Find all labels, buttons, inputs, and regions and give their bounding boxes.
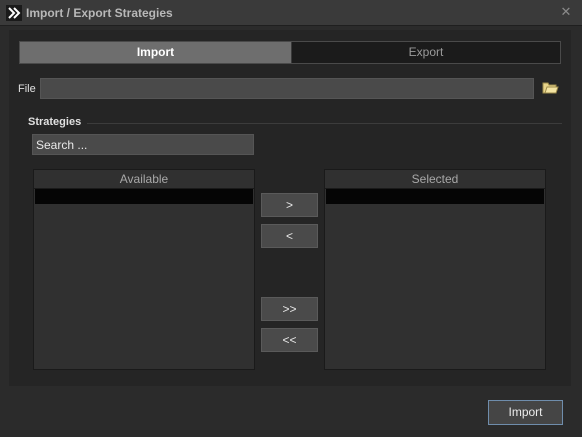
list-item[interactable] bbox=[35, 189, 253, 204]
close-button[interactable]: ✕ bbox=[558, 4, 574, 20]
title-bar: Import / Export Strategies ✕ bbox=[0, 0, 582, 26]
available-strategies-list[interactable]: Available bbox=[33, 169, 255, 370]
double-chevron-right-icon bbox=[6, 5, 22, 21]
tab-import[interactable]: Import bbox=[20, 42, 291, 63]
file-path-input[interactable] bbox=[40, 78, 534, 99]
group-divider bbox=[87, 123, 562, 124]
list-item[interactable] bbox=[326, 189, 544, 204]
strategies-group-title: Strategies bbox=[28, 116, 82, 128]
available-list-header: Available bbox=[34, 170, 254, 189]
tab-export[interactable]: Export bbox=[291, 42, 560, 63]
remove-selected-button[interactable]: < bbox=[261, 224, 318, 248]
selected-strategies-list[interactable]: Selected bbox=[324, 169, 546, 370]
window-title: Import / Export Strategies bbox=[26, 6, 173, 20]
close-icon: ✕ bbox=[560, 4, 572, 19]
add-selected-button[interactable]: > bbox=[261, 193, 318, 217]
folder-icon[interactable] bbox=[541, 79, 559, 97]
file-label: File bbox=[18, 83, 36, 95]
selected-list-header: Selected bbox=[325, 170, 545, 189]
tab-bar: Import Export bbox=[19, 41, 561, 64]
remove-all-button[interactable]: << bbox=[261, 328, 318, 352]
import-button[interactable]: Import bbox=[488, 400, 563, 425]
strategy-search-input[interactable] bbox=[32, 134, 254, 155]
dialog-content: Import Export File Strategies Available … bbox=[9, 30, 571, 386]
add-all-button[interactable]: >> bbox=[261, 297, 318, 321]
